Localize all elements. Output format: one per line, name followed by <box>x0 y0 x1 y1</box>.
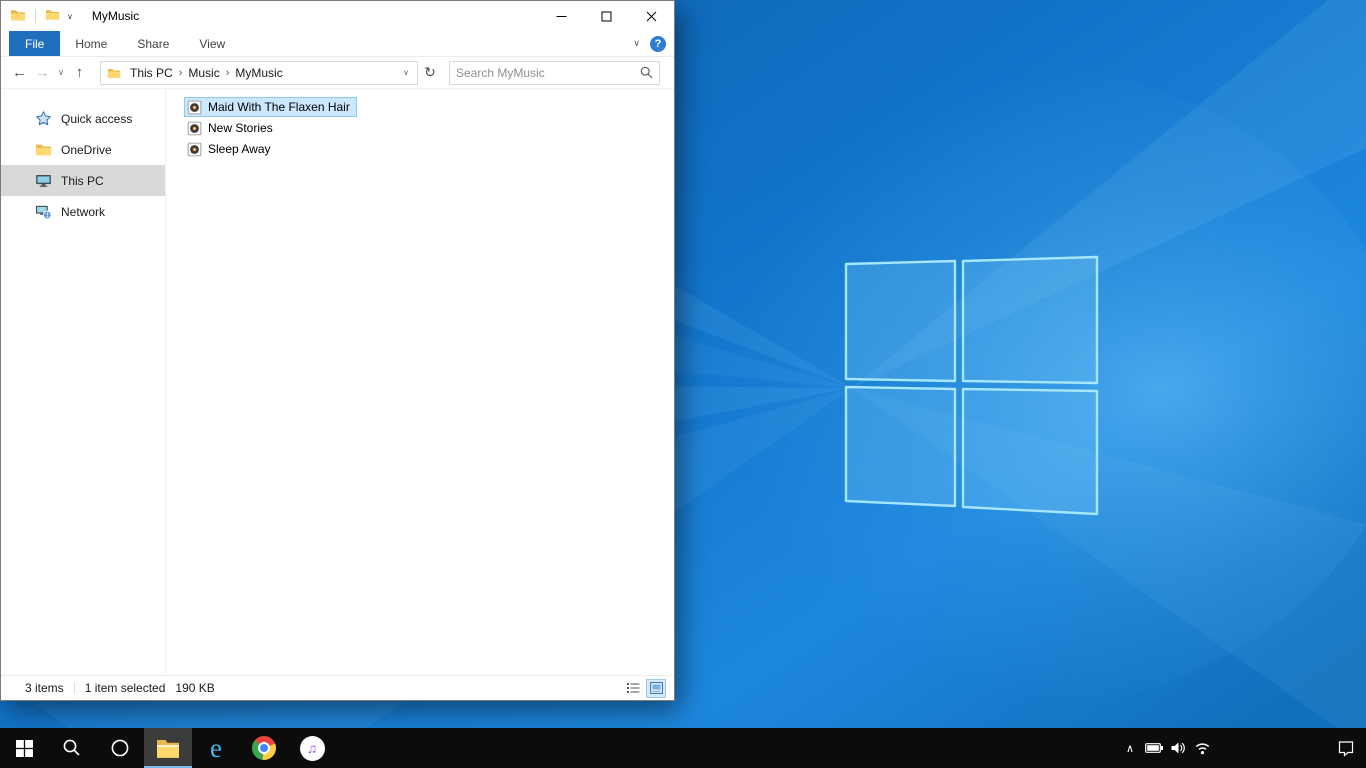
system-tray: ∧ <box>1118 728 1366 768</box>
folder-icon <box>107 66 121 80</box>
file-explorer-window: ∨ MyMusic File Home Share View ∨ ? ← → ∨… <box>0 0 675 701</box>
large-icons-view-button[interactable] <box>646 678 666 698</box>
chevron-right-icon[interactable]: › <box>224 67 232 79</box>
wifi-icon[interactable] <box>1190 728 1214 768</box>
titlebar: ∨ MyMusic <box>1 1 674 31</box>
tab-view[interactable]: View <box>184 31 240 56</box>
tab-share[interactable]: Share <box>122 31 184 56</box>
status-selection: 1 item selected <box>84 681 166 695</box>
action-center-button[interactable] <box>1326 728 1366 768</box>
back-button[interactable]: ← <box>8 61 31 85</box>
status-item-count: 3 items <box>25 681 64 695</box>
file-item[interactable]: New Stories <box>184 118 280 138</box>
taskbar-internet-explorer-icon[interactable]: e <box>192 728 240 768</box>
tab-home[interactable]: Home <box>60 31 122 56</box>
sidebar-item-this-pc[interactable]: This PC <box>1 165 165 196</box>
search-input[interactable] <box>450 65 640 80</box>
address-toolbar: ← → ∨ ↑ This PC › Music › MyMusic ∨ ↻ <box>1 57 674 89</box>
start-button[interactable] <box>0 728 48 768</box>
desktop: ∨ MyMusic File Home Share View ∨ ? ← → ∨… <box>0 0 1366 768</box>
window-title: MyMusic <box>91 9 140 23</box>
sidebar-item-quick-access[interactable]: Quick access <box>1 103 165 134</box>
navigation-pane: Quick access OneDrive This PC Network <box>1 89 166 675</box>
battery-icon[interactable] <box>1142 728 1166 768</box>
sidebar-item-label: This PC <box>61 173 104 188</box>
music-file-icon <box>187 100 202 115</box>
taskbar: e ♫ ∧ <box>0 728 1366 768</box>
status-bar: 3 items 1 item selected 190 KB <box>1 675 674 700</box>
forward-button[interactable]: → <box>31 61 54 85</box>
music-note-icon: ♫ <box>306 740 318 756</box>
sidebar-item-onedrive[interactable]: OneDrive <box>1 134 165 165</box>
chevron-right-icon[interactable]: › <box>177 67 185 79</box>
speaker-icon[interactable] <box>1166 728 1190 768</box>
qat-dropdown-icon[interactable]: ∨ <box>65 12 75 21</box>
sidebar-item-label: Network <box>61 204 106 219</box>
details-view-button[interactable] <box>623 679 643 698</box>
qat-folder-icon[interactable] <box>45 7 60 25</box>
expand-ribbon-icon[interactable]: ∨ <box>633 38 640 49</box>
sidebar-item-network[interactable]: Network <box>1 196 165 227</box>
address-bar[interactable]: This PC › Music › MyMusic ∨ <box>100 60 418 85</box>
show-hidden-icons-button[interactable]: ∧ <box>1118 728 1142 768</box>
help-button[interactable]: ? <box>650 35 666 52</box>
minimize-button[interactable] <box>539 1 584 31</box>
window-controls <box>539 1 674 31</box>
ie-glyph: e <box>210 732 222 763</box>
quick-access-toolbar: ∨ <box>10 7 75 26</box>
taskbar-search-icon[interactable] <box>48 728 96 768</box>
taskbar-chrome-icon[interactable] <box>240 728 288 768</box>
address-dropdown-icon[interactable]: ∨ <box>399 68 413 77</box>
sidebar-item-label: OneDrive <box>61 142 112 157</box>
chrome-logo <box>252 736 276 760</box>
separator <box>35 9 36 23</box>
star-icon <box>34 110 52 127</box>
file-name: New Stories <box>208 121 273 135</box>
file-item[interactable]: Sleep Away <box>184 139 278 159</box>
breadcrumb-this-pc[interactable]: This PC <box>126 66 177 80</box>
sidebar-item-label: Quick access <box>61 111 133 126</box>
file-list[interactable]: Maid With The Flaxen Hair New Stories Sl… <box>166 89 674 675</box>
recent-locations-dropdown-icon[interactable]: ∨ <box>54 61 68 85</box>
window-body: Quick access OneDrive This PC Network Ma… <box>1 89 674 675</box>
breadcrumb-mymusic[interactable]: MyMusic <box>231 66 286 80</box>
music-file-icon <box>187 142 202 157</box>
file-name: Maid With The Flaxen Hair <box>208 100 350 114</box>
breadcrumb-music[interactable]: Music <box>184 66 223 80</box>
view-toggles <box>623 678 666 698</box>
folder-icon <box>34 141 52 158</box>
tab-file[interactable]: File <box>9 31 61 56</box>
itunes-logo: ♫ <box>299 735 325 761</box>
ribbon-right-controls: ∨ ? <box>633 31 674 56</box>
system-folder-icon[interactable] <box>10 7 26 26</box>
cortana-icon[interactable] <box>96 728 144 768</box>
refresh-button[interactable]: ↻ <box>418 61 442 85</box>
file-item[interactable]: Maid With The Flaxen Hair <box>184 97 357 117</box>
computer-icon <box>34 172 52 189</box>
status-selection-size: 190 KB <box>175 681 215 695</box>
taskbar-file-explorer-icon[interactable] <box>144 728 192 768</box>
maximize-button[interactable] <box>584 1 629 31</box>
ribbon-tab-bar: File Home Share View ∨ ? <box>1 31 674 57</box>
taskbar-itunes-icon[interactable]: ♫ <box>288 728 336 768</box>
network-icon <box>34 203 52 220</box>
file-name: Sleep Away <box>208 142 271 156</box>
music-file-icon <box>187 121 202 136</box>
search-icon[interactable] <box>640 66 659 79</box>
search-box <box>449 60 660 85</box>
close-button[interactable] <box>629 1 674 31</box>
up-button[interactable]: ↑ <box>68 61 91 85</box>
separator <box>73 682 75 694</box>
